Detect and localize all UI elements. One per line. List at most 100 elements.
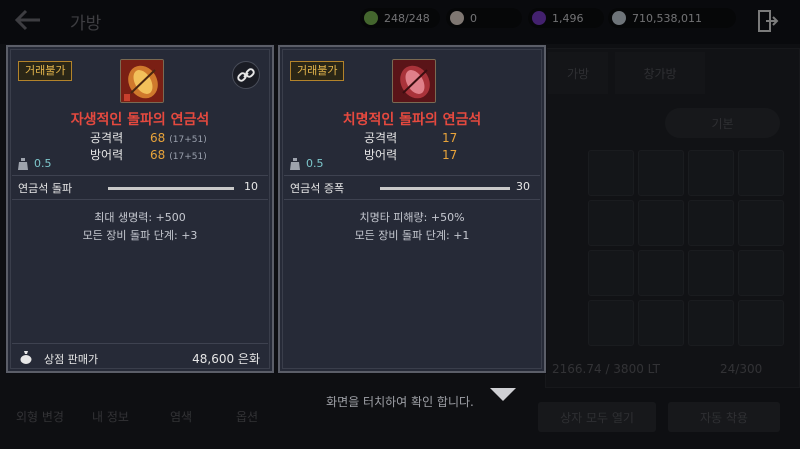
divider [12, 199, 268, 200]
alchemy-stone-value: 30 [516, 180, 530, 193]
inventory-slot[interactable] [588, 200, 634, 246]
energy-counter: 248/248 [360, 8, 440, 28]
sort-button-label: 기본 [711, 116, 734, 131]
tab-dye[interactable]: 염색 [170, 408, 192, 425]
stat-label: 공격력 [364, 131, 398, 145]
energy-icon [364, 11, 378, 25]
alchemy-stone-value: 10 [244, 180, 258, 193]
link-button[interactable] [232, 61, 260, 89]
defense-stat-row: 방어력 17 [364, 146, 461, 163]
alchemy-stone-row: 연금석 증폭 30 [290, 180, 534, 196]
alchemy-stone-bar [108, 187, 234, 190]
weight-icon [290, 157, 300, 170]
inventory-slot[interactable] [638, 150, 684, 196]
slot-count: 24/300 [720, 362, 763, 376]
pearl-value: 0 [470, 11, 477, 25]
alchemy-stone-row: 연금석 돌파 10 [18, 180, 262, 196]
weight-value: 0.5 [34, 157, 52, 170]
open-all-boxes-label: 상자 모두 열기 [560, 410, 634, 425]
attack-stat-row: 공격력 17 [364, 129, 461, 146]
pearl-counter: 0 [446, 8, 522, 28]
touch-to-confirm-hint: 화면을 터치하여 확인 합니다. [326, 395, 474, 409]
stat-list: 공격력 68 (17+51) 방어력 68 (17+51) [90, 129, 207, 163]
exit-icon[interactable] [757, 9, 779, 33]
shop-sell-price-row: 상점 판매가 48,600 은화 [16, 349, 264, 367]
weight-value: 0.5 [306, 157, 324, 170]
defense-stat-row: 방어력 68 (17+51) [90, 146, 207, 163]
gem-value: 1,496 [552, 11, 584, 25]
energy-value: 248/248 [384, 11, 430, 25]
link-icon [237, 68, 255, 82]
item-weight: 0.5 [18, 157, 52, 170]
effect-line: 모든 장비 돌파 단계: +3 [82, 229, 198, 242]
sell-price-label: 상점 판매가 [44, 353, 99, 366]
money-bag-icon [20, 351, 32, 364]
alchemy-stone-bar [380, 187, 510, 190]
weight-icon [18, 157, 28, 170]
stat-value: 17 [442, 131, 458, 145]
inventory-slot[interactable] [688, 250, 734, 296]
stat-detail: (17+51) [169, 135, 207, 145]
divider [12, 175, 268, 176]
top-bar: 가방 248/248 0 1,496 710,538,011 [0, 0, 800, 44]
tab-pet-bag[interactable]: 창가방 [615, 52, 705, 94]
divider [12, 343, 268, 344]
inventory-slot[interactable] [638, 200, 684, 246]
stat-label: 방어력 [364, 148, 398, 162]
tab-my-info[interactable]: 내 정보 [92, 408, 129, 425]
tab-appearance[interactable]: 외형 변경 [16, 408, 64, 425]
tab-bag[interactable]: 가방 [548, 52, 608, 94]
stat-list: 공격력 17 방어력 17 [364, 129, 461, 163]
stat-label: 공격력 [90, 131, 124, 145]
auto-equip-label: 자동 착용 [700, 410, 748, 425]
effect-line: 최대 생명력: +500 [94, 211, 186, 224]
tab-options[interactable]: 옵션 [236, 408, 258, 425]
effect-line: 모든 장비 돌파 단계: +1 [354, 229, 470, 242]
inventory-slot[interactable] [588, 300, 634, 346]
attack-stat-row: 공격력 68 (17+51) [90, 129, 207, 146]
inventory-slot[interactable] [638, 250, 684, 296]
inventory-slot[interactable] [638, 300, 684, 346]
inventory-slot[interactable] [688, 150, 734, 196]
gem-counter: 1,496 [528, 8, 604, 28]
inventory-slot[interactable] [738, 250, 784, 296]
inventory-slot[interactable] [738, 300, 784, 346]
red-alchemy-stone-icon [392, 59, 436, 103]
inventory-slot[interactable] [588, 250, 634, 296]
stat-value: 68 [150, 148, 166, 162]
inventory-slot[interactable] [738, 200, 784, 246]
untradable-badge: 거래불가 [18, 61, 73, 81]
stat-detail: (17+51) [169, 152, 207, 162]
page-title: 가방 [70, 14, 102, 34]
stat-value: 68 [150, 131, 166, 145]
stat-value: 17 [442, 148, 458, 162]
untradable-badge: 거래불가 [290, 61, 345, 81]
item-tooltip-primary: 거래불가 자생적인 돌파의 연금석 공격력 68 (17+51) 방어력 68 … [6, 45, 274, 373]
inventory-slot[interactable] [688, 300, 734, 346]
stat-label: 방어력 [90, 148, 124, 162]
inventory-slot[interactable] [588, 150, 634, 196]
effect-line: 치명타 피해량: +50% [359, 211, 465, 224]
item-name: 치명적인 돌파의 연금석 [342, 112, 482, 128]
pearl-icon [450, 11, 464, 25]
tab-bag-label: 가방 [566, 66, 590, 81]
chevron-down-icon[interactable] [488, 386, 518, 404]
alchemy-stone-label: 연금석 돌파 [18, 182, 73, 195]
orange-alchemy-stone-icon [120, 59, 164, 103]
alchemy-stone-label: 연금석 증폭 [290, 182, 345, 195]
weight-readout: 2166.74 / 3800 LT [552, 362, 661, 376]
sell-price-value: 48,600 은화 [192, 352, 260, 366]
sort-button[interactable]: 기본 [665, 108, 780, 138]
item-name: 자생적인 돌파의 연금석 [70, 112, 210, 128]
divider [284, 175, 540, 176]
silver-value: 710,538,011 [632, 11, 702, 25]
gem-icon [532, 11, 546, 25]
back-arrow-icon[interactable] [14, 8, 44, 32]
divider [284, 199, 540, 200]
tab-pet-bag-label: 창가방 [643, 66, 677, 81]
inventory-slot[interactable] [738, 150, 784, 196]
silver-coin-icon [612, 11, 626, 25]
item-weight: 0.5 [290, 157, 324, 170]
inventory-slot[interactable] [688, 200, 734, 246]
item-tooltip-compare: 거래불가 치명적인 돌파의 연금석 공격력 17 방어력 17 0.5 연금석 … [278, 45, 546, 373]
